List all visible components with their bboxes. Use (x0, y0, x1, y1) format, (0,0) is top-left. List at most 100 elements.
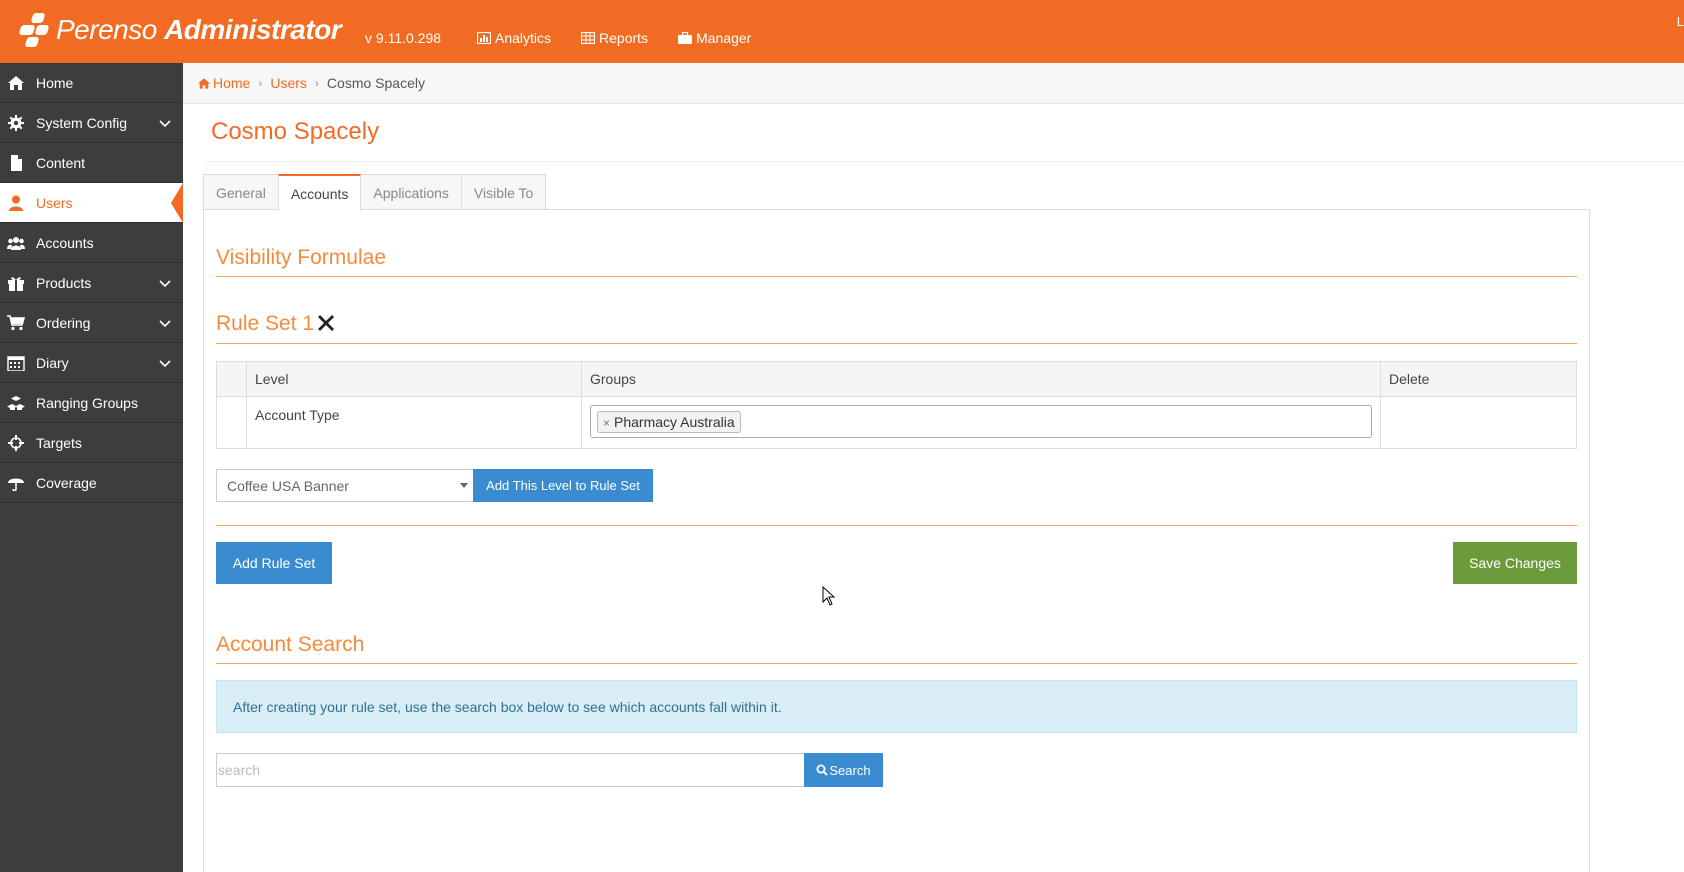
level-cell: Account Type (246, 396, 582, 449)
version-label: v 9.11.0.298 (365, 30, 442, 46)
delete-cell (1380, 396, 1577, 449)
file-icon (6, 154, 26, 172)
sidebar-item-label: Ordering (36, 314, 91, 331)
gift-icon (6, 274, 26, 292)
rule-set-title: Rule Set 1 (216, 312, 315, 335)
mouse-cursor-icon (822, 586, 836, 606)
user-icon (6, 194, 26, 212)
level-select-value: Coffee USA Banner (227, 478, 349, 494)
home-icon (6, 74, 26, 92)
page-title: Cosmo Spacely (211, 118, 380, 145)
nav-manager-label: Manager (696, 30, 752, 46)
search-button[interactable]: Search (804, 753, 883, 787)
breadcrumb-current: Cosmo Spacely (326, 75, 425, 91)
cubes-icon (6, 394, 26, 412)
sidebar-item-system-config[interactable]: System Config (0, 103, 183, 143)
title-divider (205, 161, 1684, 162)
sidebar-item-targets[interactable]: Targets (0, 423, 183, 463)
nav-reports-label: Reports (599, 30, 649, 46)
nav-analytics[interactable]: Analytics (477, 30, 551, 46)
caret-down-icon (460, 483, 468, 488)
brand-suffix: Administrator (164, 14, 342, 45)
nav-reports[interactable]: Reports (581, 30, 648, 46)
user-menu-trigger[interactable]: L (1677, 14, 1684, 29)
section-divider (216, 343, 1577, 344)
tab-visible-to[interactable]: Visible To (460, 174, 547, 210)
search-button-label: Search (829, 762, 871, 778)
drag-handle-cell[interactable] (216, 396, 247, 449)
sidebar-item-content[interactable]: Content (0, 143, 183, 183)
tab-general[interactable]: General (203, 174, 279, 210)
top-bar: Perenso Administrator v 9.11.0.298 Analy… (0, 0, 1684, 63)
sidebar-item-label: System Config (36, 114, 128, 131)
chevron-down-icon (159, 280, 171, 288)
groups-multiselect[interactable]: × Pharmacy Australia (590, 405, 1372, 438)
logo-mark-icon (18, 13, 52, 47)
sidebar-item-label: Content (36, 154, 86, 171)
section-divider (216, 663, 1577, 664)
sidebar-item-users[interactable]: Users (0, 183, 183, 223)
group-tag-label: Pharmacy Australia (614, 413, 735, 430)
delete-column-header: Delete (1380, 361, 1577, 397)
calendar-icon (6, 354, 26, 372)
tab-bar: General Accounts Applications Visible To (203, 174, 547, 211)
search-icon (816, 764, 829, 776)
table-header-row: Level Groups Delete (216, 361, 1577, 397)
crosshairs-icon (6, 434, 26, 452)
tab-accounts[interactable]: Accounts (277, 174, 362, 211)
sidebar-item-home[interactable]: Home (0, 63, 183, 103)
cart-icon (6, 314, 26, 332)
groups-column-header: Groups (581, 361, 1381, 397)
section-divider (216, 525, 1577, 526)
users-group-icon (6, 234, 26, 252)
level-select[interactable]: Coffee USA Banner (216, 469, 474, 502)
info-alert: After creating your rule set, use the se… (216, 680, 1577, 733)
sidebar-item-label: Accounts (36, 234, 94, 251)
breadcrumb-home-link[interactable]: Home (213, 75, 250, 91)
chevron-down-icon (159, 120, 171, 128)
umbrella-icon (6, 474, 26, 492)
table-icon (581, 32, 596, 44)
perenso-logo[interactable]: Perenso Administrator (18, 10, 342, 50)
sidebar-item-ranging-groups[interactable]: Ranging Groups (0, 383, 183, 423)
remove-tag-icon[interactable]: × (603, 416, 610, 430)
add-level-button[interactable]: Add This Level to Rule Set (473, 469, 653, 502)
group-tag: × Pharmacy Australia (597, 410, 741, 433)
chevron-down-icon (159, 360, 171, 368)
brand-name: Perenso (56, 14, 157, 45)
top-nav: Analytics Reports Manager (477, 30, 751, 46)
home-icon (198, 77, 210, 89)
nav-manager[interactable]: Manager (678, 30, 751, 46)
rule-table: Level Groups Delete Account Type × Pharma… (216, 361, 1577, 449)
briefcase-icon (678, 32, 693, 44)
chevron-down-icon (159, 320, 171, 328)
groups-cell: × Pharmacy Australia (581, 396, 1381, 449)
sidebar-item-label: Home (36, 74, 74, 91)
sidebar: Home System Config Content Users Account… (0, 63, 183, 872)
breadcrumb: Home › Users › Cosmo Spacely (183, 63, 1684, 104)
sidebar-item-diary[interactable]: Diary (0, 343, 183, 383)
account-search-heading: Account Search (216, 633, 365, 656)
breadcrumb-users-link[interactable]: Users (270, 75, 307, 91)
gear-icon (6, 114, 26, 132)
save-changes-button[interactable]: Save Changes (1453, 542, 1577, 584)
sidebar-item-label: Users (36, 194, 73, 211)
breadcrumb-separator: › (258, 76, 263, 90)
sidebar-item-accounts[interactable]: Accounts (0, 223, 183, 263)
sidebar-item-products[interactable]: Products (0, 263, 183, 303)
sidebar-item-ordering[interactable]: Ordering (0, 303, 183, 343)
nav-analytics-label: Analytics (495, 30, 552, 46)
sidebar-item-coverage[interactable]: Coverage (0, 463, 183, 503)
visibility-heading: Visibility Formulae (216, 246, 386, 269)
add-rule-set-button[interactable]: Add Rule Set (216, 542, 332, 584)
sidebar-item-label: Ranging Groups (36, 394, 138, 411)
sidebar-item-label: Products (36, 274, 92, 291)
delete-rule-set-icon[interactable] (315, 312, 337, 334)
account-search-input[interactable]: search (216, 753, 805, 787)
section-divider (216, 276, 1577, 277)
table-row: Account Type × Pharmacy Australia (216, 396, 1577, 449)
drag-column-header (216, 361, 247, 397)
sidebar-item-label: Diary (36, 354, 69, 371)
bar-chart-icon (477, 32, 491, 44)
tab-applications[interactable]: Applications (360, 174, 462, 210)
